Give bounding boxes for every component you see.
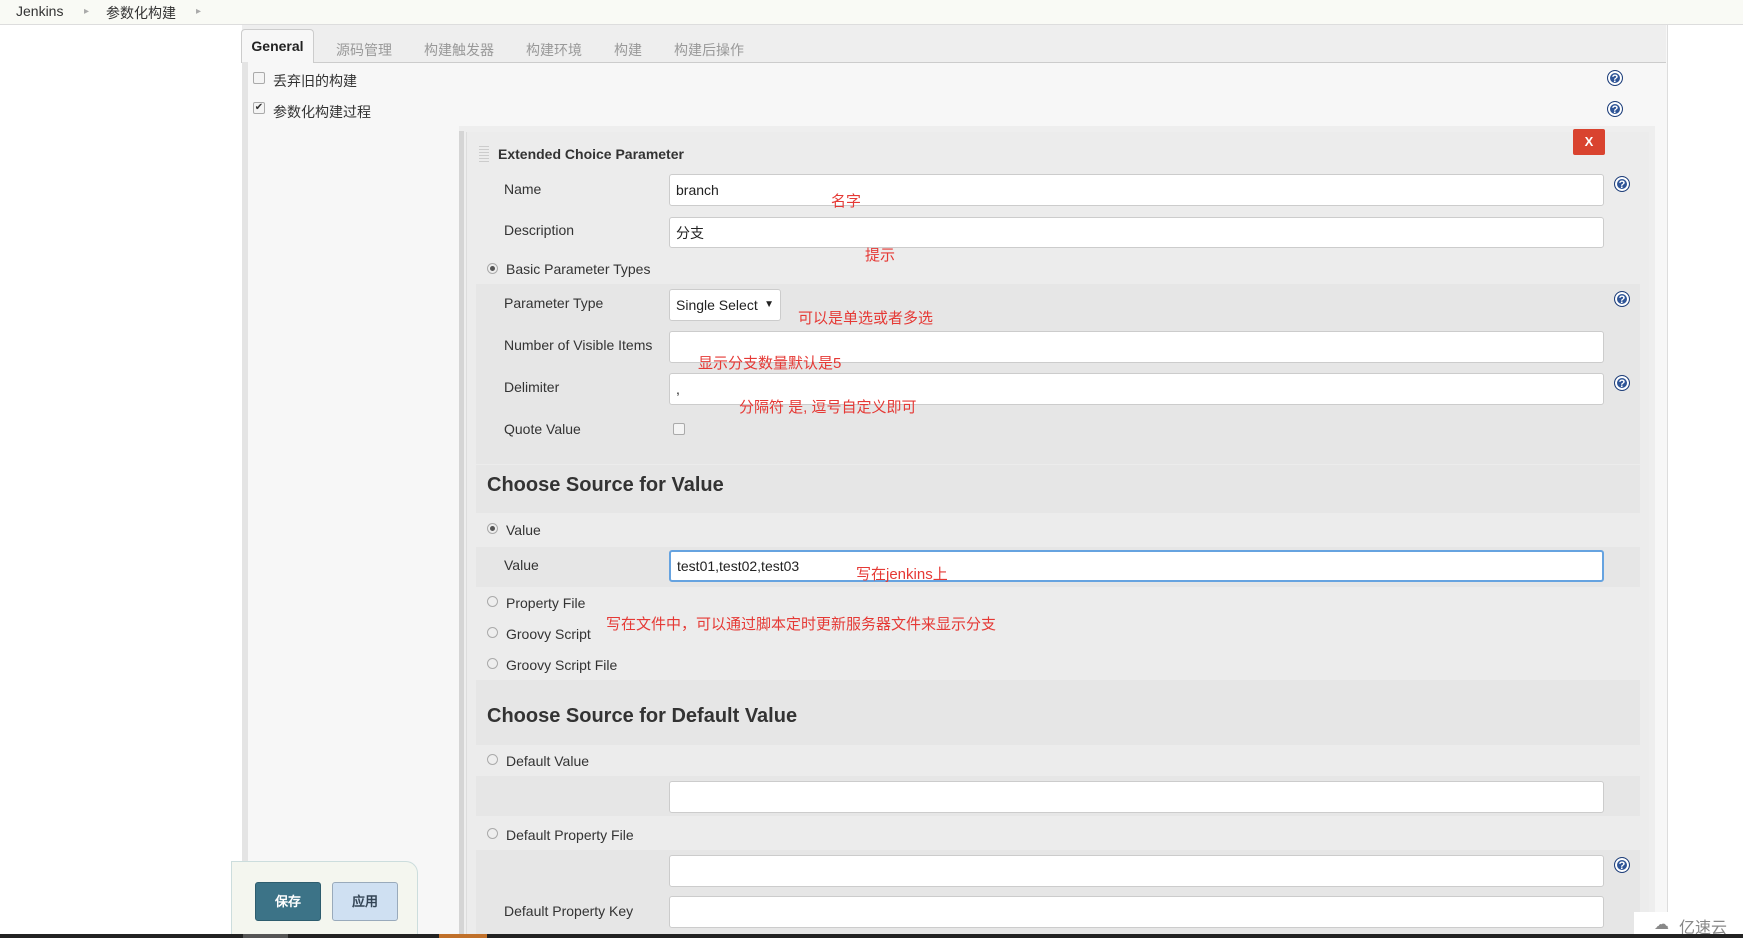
drag-handle-icon[interactable] bbox=[479, 146, 489, 162]
annotation-description: 提示 bbox=[865, 247, 896, 264]
help-icon[interactable]: ? bbox=[1607, 70, 1623, 86]
groovy-script-label: Groovy Script bbox=[506, 626, 591, 642]
extended-choice-parameter bbox=[466, 132, 1649, 938]
groovy-script-file-label: Groovy Script File bbox=[506, 657, 618, 673]
source-value-radio[interactable] bbox=[487, 523, 498, 534]
annotation-delimiter: 分隔符 是, 逗号自定义即可 bbox=[739, 399, 917, 416]
dropdown-arrow-icon: ▼ bbox=[764, 299, 774, 310]
default-value-radio[interactable] bbox=[487, 754, 498, 765]
property-file-label: Property File bbox=[506, 595, 586, 611]
tab-build-env[interactable]: 构建环境 bbox=[526, 40, 582, 60]
basic-types-radio[interactable] bbox=[487, 263, 498, 274]
tab-post-build[interactable]: 构建后操作 bbox=[674, 40, 744, 60]
help-icon[interactable]: ? bbox=[1614, 176, 1630, 192]
breadcrumb-job[interactable]: 参数化构建 bbox=[106, 3, 176, 23]
delete-parameter-button[interactable]: X bbox=[1573, 129, 1605, 155]
value-input[interactable] bbox=[669, 550, 1604, 582]
source-value-label: Value bbox=[506, 522, 541, 538]
source-heading: Choose Source for Value bbox=[487, 474, 724, 496]
apply-button[interactable]: 应用 bbox=[332, 882, 398, 921]
tab-build-triggers[interactable]: 构建触发器 bbox=[424, 40, 494, 60]
param-type-value: Single Select bbox=[676, 297, 758, 313]
default-property-key-input[interactable] bbox=[669, 896, 1604, 928]
tab-build[interactable]: 构建 bbox=[614, 40, 642, 60]
default-property-file-radio[interactable] bbox=[487, 828, 498, 839]
watermark-cloud-icon: ☁ bbox=[1654, 916, 1669, 933]
discard-old-label: 丢弃旧的构建 bbox=[273, 73, 357, 89]
annotation-value: 写在jenkins上 bbox=[856, 566, 948, 583]
taskbar-item-active[interactable] bbox=[439, 934, 487, 938]
tab-source-code[interactable]: 源码管理 bbox=[336, 40, 392, 60]
name-input[interactable] bbox=[669, 174, 1604, 206]
save-button[interactable]: 保存 bbox=[255, 882, 321, 921]
help-icon[interactable]: ? bbox=[1614, 291, 1630, 307]
quote-value-label: Quote Value bbox=[504, 421, 581, 437]
groovy-script-radio[interactable] bbox=[487, 627, 498, 638]
tab-general[interactable]: General bbox=[241, 29, 314, 63]
parameter-strip bbox=[459, 131, 464, 938]
basic-types-label: Basic Parameter Types bbox=[506, 261, 651, 277]
default-heading: Choose Source for Default Value bbox=[487, 705, 798, 727]
parameter-title: Extended Choice Parameter bbox=[498, 146, 684, 162]
default-property-key-label: Default Property Key bbox=[504, 903, 634, 919]
discard-old-checkbox[interactable] bbox=[253, 72, 265, 84]
param-type-select[interactable]: Single Select ▼ bbox=[669, 289, 781, 321]
parameterized-checkbox[interactable]: ✔ bbox=[253, 102, 265, 114]
help-icon[interactable]: ? bbox=[1614, 857, 1630, 873]
value-label: Value bbox=[504, 557, 539, 573]
annotation-file: 写在文件中，可以通过脚本定时更新服务器文件来显示分支 bbox=[606, 616, 997, 633]
annotation-visible-items: 显示分支数量默认是5 bbox=[698, 355, 842, 372]
breadcrumb-jenkins[interactable]: Jenkins bbox=[16, 3, 63, 19]
help-icon[interactable]: ? bbox=[1614, 375, 1630, 391]
name-label: Name bbox=[504, 181, 542, 197]
visible-items-label: Number of Visible Items bbox=[504, 337, 653, 353]
param-type-label: Parameter Type bbox=[504, 295, 604, 311]
quote-value-checkbox[interactable] bbox=[673, 423, 685, 435]
section-strip bbox=[242, 62, 248, 938]
description-input[interactable] bbox=[669, 217, 1604, 248]
default-property-file-input[interactable] bbox=[669, 855, 1604, 887]
default-property-file-label: Default Property File bbox=[506, 827, 634, 843]
default-value-input[interactable] bbox=[669, 781, 1604, 813]
help-icon[interactable]: ? bbox=[1607, 101, 1623, 117]
annotation-name: 名字 bbox=[831, 193, 862, 210]
breadcrumb-separator-icon: ▸ bbox=[196, 6, 202, 17]
property-file-radio[interactable] bbox=[487, 596, 498, 607]
annotation-param-type: 可以是单选或者多选 bbox=[798, 310, 934, 327]
taskbar-item[interactable] bbox=[243, 934, 288, 938]
groovy-script-file-radio[interactable] bbox=[487, 658, 498, 669]
parameterized-label: 参数化构建过程 bbox=[273, 104, 371, 120]
breadcrumb-separator-icon: ▸ bbox=[84, 6, 90, 17]
breadcrumb-bar bbox=[0, 0, 1743, 25]
default-value-label: Default Value bbox=[506, 753, 590, 769]
description-label: Description bbox=[504, 222, 575, 238]
delimiter-label: Delimiter bbox=[504, 379, 560, 395]
